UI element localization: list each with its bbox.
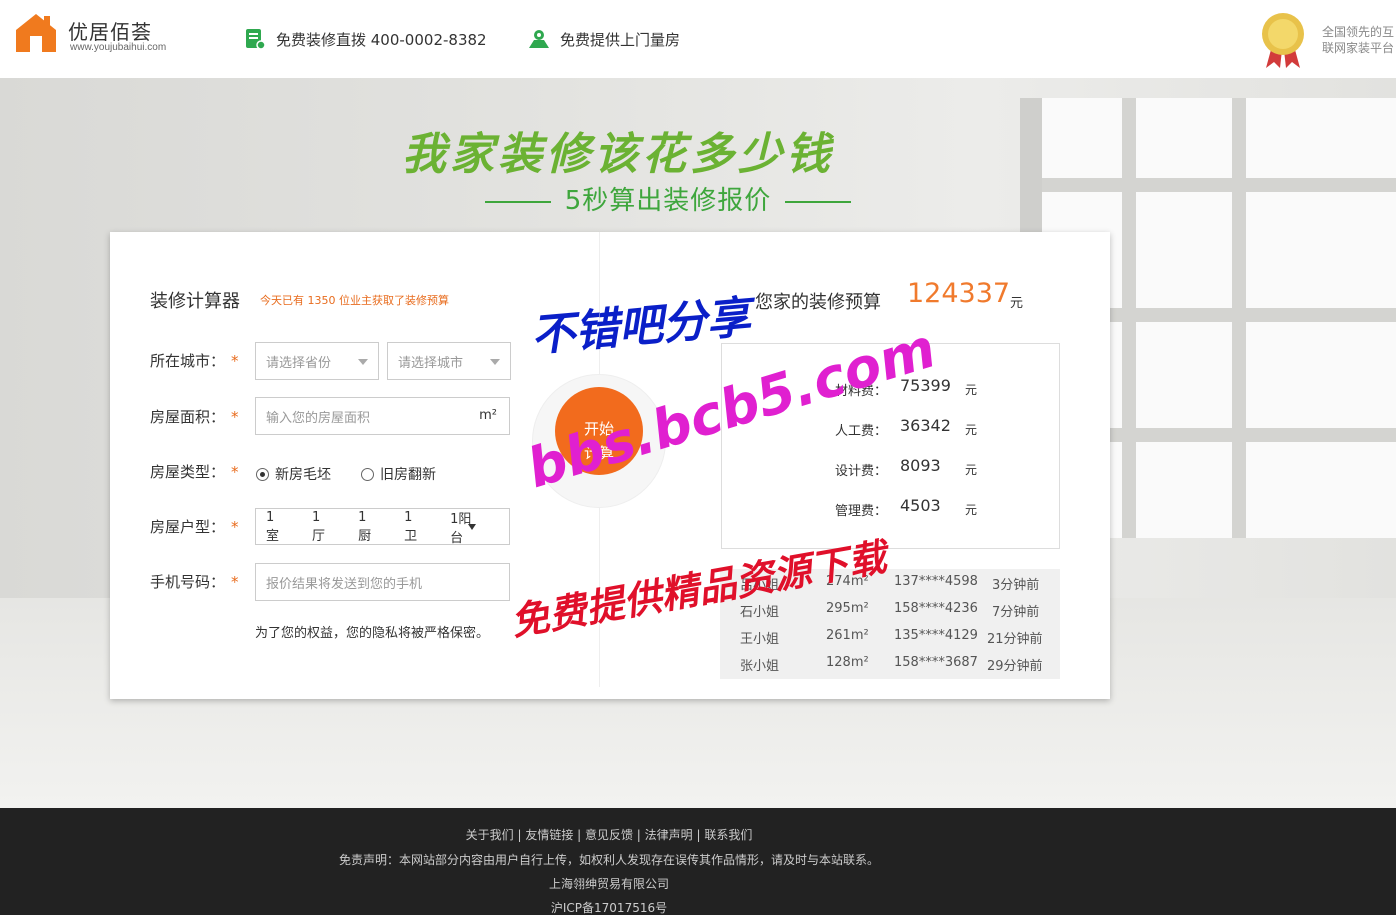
layout-hall[interactable]: 1厅 — [312, 510, 333, 544]
owner-count: 今天已有 1350 位业主获取了装修预算 — [260, 294, 449, 307]
city-label: 所在城市： * — [150, 352, 239, 370]
area-label: 房屋面积： * — [150, 408, 239, 426]
slogan-line-1: 全国领先的互 — [1322, 25, 1395, 39]
footer-company: 上海翎绅贸易有限公司 — [548, 877, 669, 891]
footer-icp[interactable]: 沪ICP备17017516号 — [0, 899, 1218, 915]
house-logo-icon — [16, 14, 56, 52]
layout-bath[interactable]: 1卫 — [404, 510, 425, 544]
hero-subtitle-text: 5秒算出装修报价 — [564, 186, 772, 216]
footer-disclaimer: 免责声明：本网站部分内容由用户自行上传，如权利人发现存在误传其作品情形，请及时与… — [338, 853, 879, 867]
city-select[interactable]: 请选择城市 — [387, 342, 511, 380]
map-pin-icon — [529, 30, 549, 48]
hero-title: 我家装修该花多少钱 — [402, 129, 834, 180]
free-survey: 免费提供上门量房 — [528, 27, 680, 51]
budget-label: 您家的装修预算 — [755, 292, 881, 313]
site-logo[interactable]: 优居佰荟 www.youjubaihui.com — [14, 12, 194, 60]
phone-label: 手机号码： * — [150, 573, 239, 591]
phone-input[interactable]: 报价结果将发送到您的手机 — [255, 563, 510, 601]
hotline: 免费装修直拨 400-0002-8382 — [244, 27, 487, 51]
type-label: 房屋类型： * — [150, 463, 239, 481]
chevron-down-icon — [358, 359, 368, 365]
chevron-down-icon — [468, 524, 476, 530]
footer-links[interactable]: 关于我们 | 友情链接 | 意见反馈 | 法律声明 | 联系我们 — [0, 826, 1218, 843]
radio-checked-icon — [256, 467, 269, 481]
type-old-radio[interactable]: 旧房翻新 — [361, 464, 436, 484]
area-unit: m² — [479, 408, 497, 423]
privacy-note: 为了您的权益，您的隐私将被严格保密。 — [255, 626, 490, 641]
area-input[interactable]: 输入您的房屋面积 m² — [255, 397, 510, 435]
layout-room[interactable]: 1室 — [266, 510, 287, 544]
layout-kitchen[interactable]: 1厨 — [358, 510, 379, 544]
layout-label: 房屋户型： * — [150, 518, 239, 536]
phone-document-icon — [246, 29, 266, 50]
list-item: 张小姐 128m² 158****3687 29分钟前 — [740, 655, 1043, 674]
province-select[interactable]: 请选择省份 — [255, 342, 379, 380]
medal-icon — [1262, 13, 1304, 68]
list-item: 王小姐 261m² 135****4129 21分钟前 — [740, 628, 1043, 647]
survey-text: 免费提供上门量房 — [560, 30, 681, 49]
slogan-line-2: 联网家装平台 — [1322, 41, 1395, 55]
hero-subtitle: 5秒算出装修报价 — [0, 180, 1336, 217]
logo-name: 优居佰荟 — [68, 20, 152, 44]
calculator-title: 装修计算器 — [150, 291, 240, 312]
radio-unchecked-icon — [361, 467, 374, 481]
chevron-down-icon — [490, 359, 500, 365]
budget-value: 124337 — [907, 278, 1011, 309]
cost-row: 设计费： 8093 元 — [834, 456, 978, 479]
top-header: 优居佰荟 www.youjubaihui.com 免费装修直拨 400-0002… — [0, 0, 1396, 78]
slogan: 全国领先的互 联网家装平台 — [1322, 24, 1396, 56]
layout-select[interactable]: 1室 1厅 1厨 1卫 1阳台 — [255, 508, 510, 546]
cost-row: 管理费： 4503 元 — [834, 496, 978, 519]
hotline-text: 免费装修直拨 400-0002-8382 — [276, 30, 487, 49]
footer: 关于我们 | 友情链接 | 意见反馈 | 法律声明 | 联系我们 免责声明：本网… — [0, 808, 1396, 915]
logo-url: www.youjubaihui.com — [70, 42, 167, 53]
budget-unit: 元 — [1010, 296, 1024, 311]
type-new-radio[interactable]: 新房毛坯 — [256, 464, 331, 484]
